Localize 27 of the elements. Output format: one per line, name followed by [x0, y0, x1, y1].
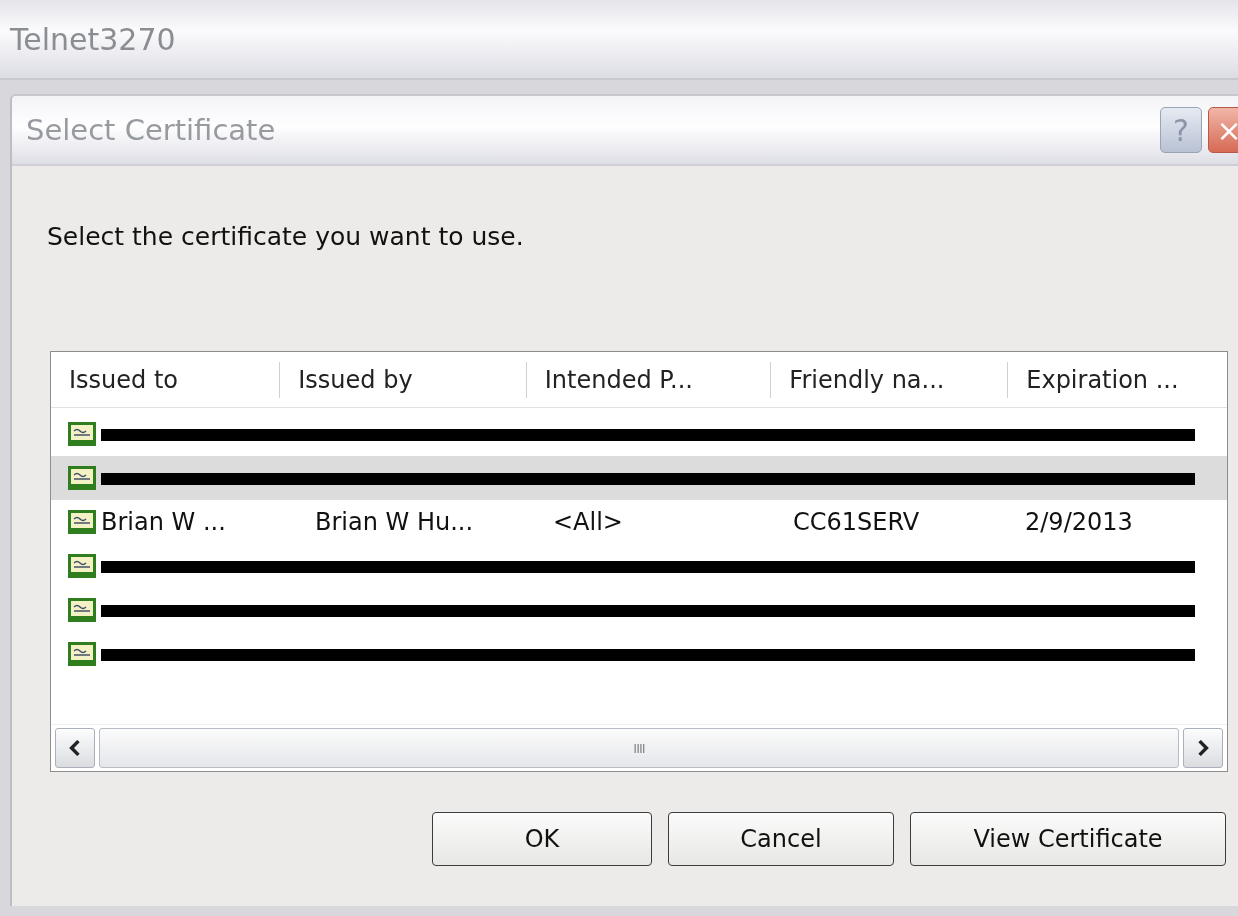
scroll-right-button[interactable] — [1183, 728, 1223, 768]
table-cell-text: <All> — [553, 508, 624, 536]
table-cell-text: Brian W Hu... — [314, 508, 475, 536]
dialog-button[interactable]: OK — [432, 812, 652, 866]
dialog-title: Select Certificate — [26, 113, 276, 147]
certificate-icon — [67, 509, 97, 535]
certificate-icon — [67, 641, 97, 667]
certificate-icon — [67, 465, 97, 491]
column-header[interactable]: Issued to — [51, 361, 281, 398]
column-header[interactable]: Intended P... — [526, 361, 772, 398]
window-title: Telnet3270 — [10, 21, 176, 57]
certificate-icon — [67, 553, 97, 579]
column-header[interactable]: Expiration ... — [1008, 361, 1227, 398]
certificate-icon — [67, 421, 97, 447]
column-header[interactable]: Issued by — [280, 361, 527, 398]
scroll-left-button[interactable] — [55, 728, 95, 768]
table-cell-text: 2/9/2013 — [1024, 508, 1134, 536]
table-row[interactable] — [51, 456, 1227, 500]
table-row[interactable]: Brian W ... Brian W Hu... <All> CC61SERV 2/9/2013 — [51, 500, 1227, 544]
table-cell-text: CC61SERV — [792, 508, 921, 536]
dialog-button[interactable]: Cancel — [668, 812, 894, 866]
certificate-icon — [67, 597, 97, 623]
thumb-grip: IIII — [633, 740, 645, 756]
column-header[interactable]: Friendly na... — [771, 361, 1009, 398]
table-cell-text: Brian W ... — [100, 508, 227, 536]
dialog-button[interactable]: View Certificate — [910, 812, 1226, 866]
instruction-text: Select the certificate you want to use. — [47, 222, 525, 251]
